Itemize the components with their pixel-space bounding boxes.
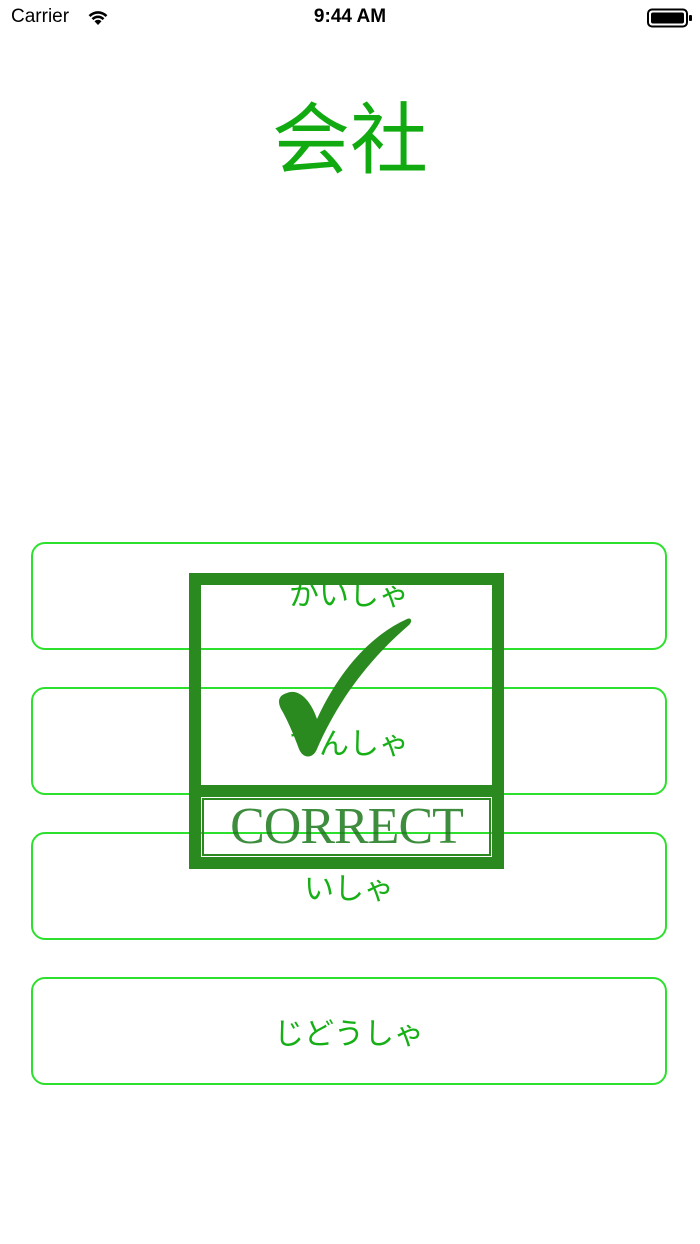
- answer-button-1[interactable]: かいしゃ: [31, 542, 667, 650]
- answer-label: かいしゃ: [289, 578, 409, 613]
- answer-label: じどうしゃ: [274, 1017, 424, 1052]
- status-bar: Carrier 9:44 AM: [0, 0, 700, 40]
- question-word: 会社: [271, 96, 428, 186]
- answer-label: でんしゃ: [289, 727, 409, 762]
- battery-icon: [647, 8, 692, 28]
- answer-label: いしゃ: [304, 872, 394, 907]
- answer-button-3[interactable]: いしゃ: [31, 832, 667, 940]
- clock: 9:44 AM: [313, 6, 387, 27]
- answer-button-4[interactable]: じどうしゃ: [31, 977, 667, 1085]
- answer-button-2[interactable]: でんしゃ: [31, 687, 667, 795]
